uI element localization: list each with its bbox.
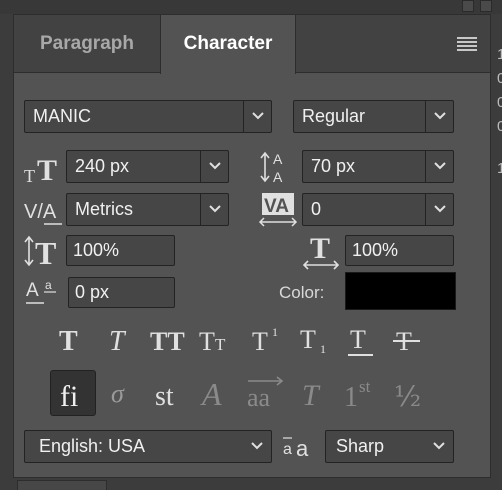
fractions-icon[interactable]: ½ — [388, 370, 434, 416]
svg-text:T: T — [302, 379, 321, 412]
svg-text:VA: VA — [264, 196, 289, 217]
baseline-shift-field[interactable]: 0 px — [68, 277, 175, 308]
kerning-icon: V/A — [24, 201, 62, 225]
svg-text:T: T — [350, 325, 366, 354]
panel-menu-icon[interactable] — [457, 37, 477, 51]
standard-ligatures-icon[interactable]: fi — [50, 370, 96, 416]
font-size-dropdown[interactable]: 240 px — [66, 150, 229, 183]
svg-text:A: A — [273, 151, 283, 167]
svg-text:T: T — [59, 326, 78, 357]
font-style-value: Regular — [302, 106, 366, 126]
tab-character[interactable]: Character — [160, 15, 296, 74]
horizontal-scale-value: 100% — [352, 240, 399, 260]
tracking-dropdown[interactable]: 0 — [302, 193, 454, 226]
contextual-alternates-icon[interactable]: σ — [103, 370, 149, 416]
svg-text:T: T — [310, 232, 330, 265]
chevron-down-icon — [200, 151, 228, 182]
svg-text:st: st — [359, 377, 371, 396]
language-value: English: USA — [39, 436, 146, 456]
svg-text:a: a — [296, 436, 309, 460]
next-panel-tab[interactable] — [17, 480, 107, 490]
swash-icon[interactable]: A — [196, 370, 242, 416]
antialias-icon: a a — [283, 436, 309, 460]
tracking-icon: VA — [258, 193, 298, 227]
svg-text:T: T — [37, 154, 57, 186]
svg-text:st: st — [155, 381, 174, 412]
chevron-down-icon — [243, 101, 271, 132]
svg-text:1: 1 — [272, 325, 278, 339]
kerning-value: Metrics — [75, 199, 133, 219]
all-caps-icon[interactable]: TT — [149, 322, 185, 358]
stylistic-alternates-icon[interactable]: aa — [242, 370, 288, 416]
chevron-down-icon — [425, 431, 453, 462]
small-caps-icon[interactable]: TT — [198, 322, 234, 358]
svg-text:T: T — [109, 326, 127, 357]
leading-icon: A A — [260, 151, 283, 185]
panel-tabbar: Paragraph Character — [14, 15, 490, 74]
chevron-down-icon — [425, 194, 453, 225]
font-size-value: 240 px — [75, 156, 130, 176]
svg-text:T: T — [35, 235, 56, 268]
svg-text:aa: aa — [247, 383, 271, 412]
leading-value: 70 px — [311, 156, 356, 176]
chevron-down-icon — [243, 431, 271, 462]
subscript-icon[interactable]: T1 — [298, 322, 334, 358]
antialias-dropdown[interactable]: Sharp — [325, 430, 454, 463]
faux-bold-icon[interactable]: T — [53, 322, 89, 358]
color-label: Color: — [279, 283, 325, 302]
svg-text:fi: fi — [60, 380, 78, 413]
antialias-value: Sharp — [336, 436, 385, 456]
adjacent-panel-edge: 1 0 0 0 1 — [491, 14, 502, 490]
svg-text:A: A — [273, 169, 283, 185]
vertical-scale-field[interactable]: 100% — [66, 235, 175, 266]
svg-text:σ: σ — [111, 379, 125, 408]
vertical-scale-icon: T — [24, 235, 56, 268]
font-style-dropdown[interactable]: Regular — [293, 100, 454, 133]
svg-text:T: T — [252, 327, 268, 356]
svg-text:A: A — [200, 376, 222, 412]
svg-text:a: a — [45, 278, 52, 292]
chevron-down-icon — [425, 101, 453, 132]
tracking-value: 0 — [311, 199, 322, 219]
svg-text:V/A: V/A — [24, 201, 57, 223]
svg-text:T: T — [199, 327, 215, 356]
horizontal-scale-field[interactable]: 100% — [345, 235, 454, 266]
top-strip — [0, 0, 502, 14]
chevron-down-icon — [200, 194, 228, 225]
close-control[interactable] — [480, 0, 492, 12]
language-dropdown[interactable]: English: USA — [24, 430, 272, 463]
svg-text:TT: TT — [150, 327, 185, 356]
tab-paragraph[interactable]: Paragraph — [14, 15, 160, 73]
svg-text:T: T — [24, 166, 35, 186]
titling-alternates-icon[interactable]: T — [294, 370, 340, 416]
horizontal-scale-icon: T — [302, 232, 340, 270]
collapse-control[interactable] — [462, 0, 474, 12]
discretionary-ligatures-icon[interactable]: st — [148, 370, 194, 416]
font-size-icon: T T — [24, 154, 57, 186]
font-family-dropdown[interactable]: MANIC — [24, 100, 272, 133]
strikethrough-icon[interactable]: T — [389, 322, 425, 358]
baseline-shift-value: 0 px — [75, 282, 110, 302]
baseline-shift-icon: A a — [26, 278, 56, 304]
svg-text:A: A — [26, 280, 39, 301]
svg-text:½: ½ — [394, 380, 421, 413]
svg-text:T: T — [215, 335, 226, 354]
font-family-value: MANIC — [33, 106, 91, 126]
leading-dropdown[interactable]: 70 px — [302, 150, 454, 183]
svg-text:1: 1 — [344, 382, 358, 413]
color-swatch[interactable] — [345, 272, 456, 310]
faux-italic-icon[interactable]: T — [102, 322, 138, 358]
svg-text:T: T — [300, 325, 316, 354]
svg-text:1: 1 — [320, 342, 326, 356]
ordinals-icon[interactable]: 1st — [340, 370, 386, 416]
superscript-icon[interactable]: T1 — [250, 322, 286, 358]
svg-text:a: a — [283, 441, 292, 458]
chevron-down-icon — [425, 151, 453, 182]
vertical-scale-value: 100% — [73, 240, 120, 260]
bottom-panel-edge — [13, 478, 491, 490]
underline-icon[interactable]: T — [343, 322, 379, 358]
kerning-dropdown[interactable]: Metrics — [66, 193, 229, 226]
